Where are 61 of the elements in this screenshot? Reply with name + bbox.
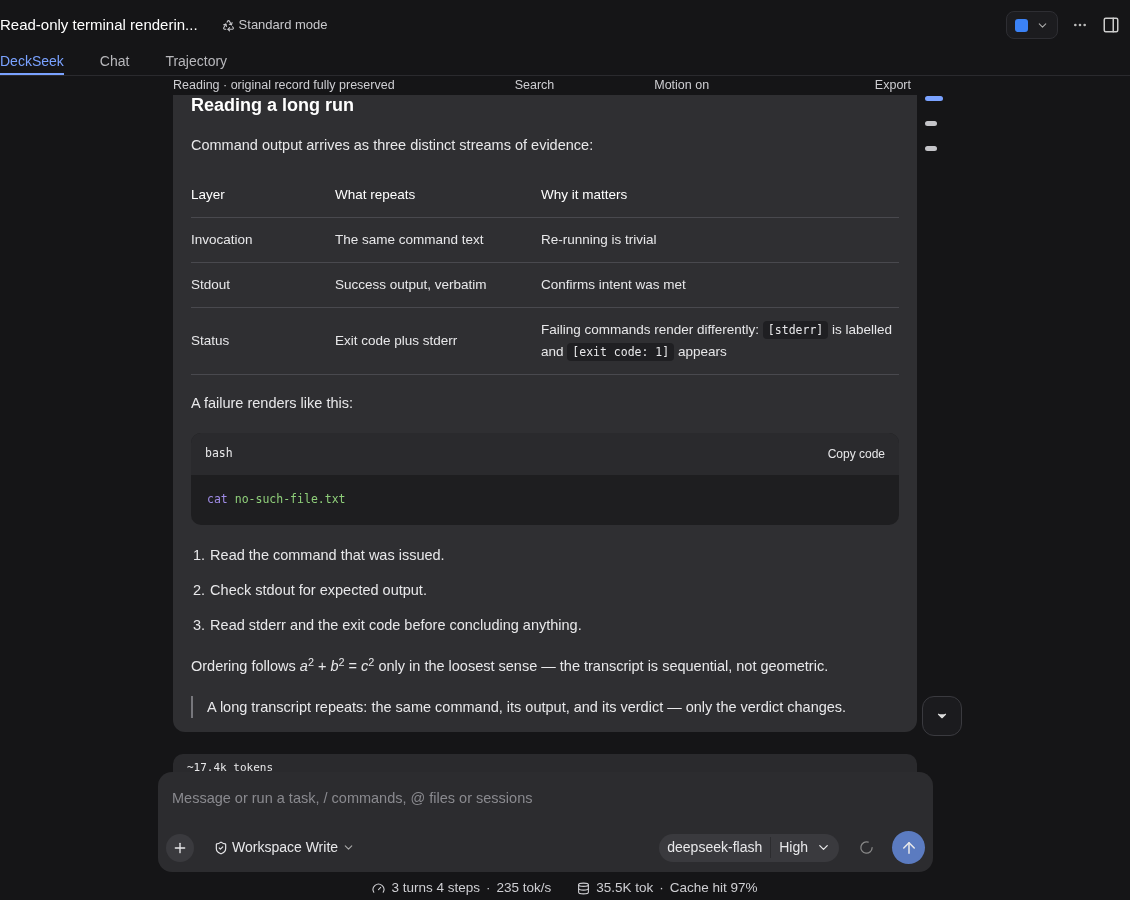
table-cell: Success output, verbatim	[335, 262, 541, 308]
window-title: Read-only terminal renderin...	[0, 14, 198, 35]
tab[interactable]: Trajectory	[165, 50, 228, 75]
table-cell: The same command text	[335, 217, 541, 263]
mode-label[interactable]: Standard mode	[221, 15, 328, 35]
quote: A long transcript repeats: the same command, its output, and its verdict — only the verdict changes.	[191, 696, 899, 718]
minimap-marker[interactable]	[925, 121, 937, 126]
panel-toggle-button[interactable]	[1102, 16, 1120, 34]
search-link[interactable]: Search	[514, 76, 555, 95]
article-heading: Reading a long run	[191, 94, 355, 115]
cache-stat: Cache hit 97%	[669, 878, 758, 897]
shield-icon	[214, 840, 228, 855]
tokens-stat: 35.5K tok	[596, 878, 654, 897]
table-cell: Failing commands render differently: [stderr] is labelled and [exit code: 1] appears	[541, 307, 899, 375]
app-logo-icon	[1015, 18, 1028, 32]
step-text: Read the command that was issued.	[210, 546, 445, 565]
reading-status: Reading · original record fully preserved	[173, 77, 395, 94]
failure-intro: A failure renders like this:	[191, 394, 354, 414]
code-language: bash	[205, 445, 233, 463]
send-button[interactable]	[892, 831, 925, 864]
table-cell: Stdout	[191, 262, 335, 308]
column-header: What repeats	[335, 172, 541, 218]
loading-icon	[859, 840, 874, 855]
separator-dot: ·	[659, 878, 664, 897]
table-cell: Exit code plus stderr	[335, 307, 541, 375]
table-cell: Re-running is trivial	[541, 217, 899, 263]
database-icon	[577, 881, 591, 895]
app-switcher-button[interactable]	[1006, 11, 1058, 39]
tab[interactable]: DeckSeek	[0, 50, 64, 75]
motion-toggle[interactable]: Motion on	[654, 76, 710, 95]
intro-text: Command output arrives as three distinct streams of evidence:	[191, 135, 595, 155]
minimap-marker[interactable]	[925, 96, 943, 101]
step-text: Check stdout for expected output.	[210, 580, 427, 600]
step-number: 3.	[193, 615, 206, 635]
separator-dot: ·	[485, 878, 491, 897]
model-name: deepseek-flash	[667, 838, 763, 857]
speed-stat: 235 tok/s	[496, 878, 552, 897]
step-number: 2.	[193, 580, 206, 600]
export-link[interactable]: Export	[874, 76, 911, 95]
column-header: Layer	[191, 172, 335, 218]
copy-code-button[interactable]: Copy code	[827, 445, 885, 463]
table-cell: Invocation	[191, 217, 335, 263]
tab[interactable]: Chat	[99, 50, 130, 75]
add-button[interactable]	[166, 833, 194, 862]
model-selector[interactable]: deepseek-flash High	[659, 833, 839, 862]
minimap-marker[interactable]	[925, 146, 937, 151]
step-number: 1.	[193, 546, 206, 565]
table-cell: Status	[191, 307, 335, 375]
token-count: ~17.4k tokens	[187, 762, 275, 774]
effort-level: High	[770, 837, 808, 858]
panel-icon	[1102, 16, 1120, 34]
turns-stat: 3 turns 4 steps	[391, 878, 480, 897]
gauge-icon	[372, 881, 386, 895]
code-line: cat no-such-file.txt	[207, 491, 346, 509]
mode-icon	[221, 18, 235, 32]
table-cell: Confirms intent was met	[541, 262, 899, 308]
permission-dropdown[interactable]: Workspace Write	[214, 837, 356, 858]
step-text: Read stderr and the exit code before concluding anything.	[210, 615, 582, 635]
ordering-text: Ordering follows a$^{2}$ + b$^{2}$ = c$^{2}$ only in the loosest sense — the transcript is sequential, not geometric.	[191, 656, 830, 677]
column-header: Why it matters	[541, 172, 899, 218]
message-input[interactable]: Message or run a task, / commands, @ files or sessions	[166, 788, 925, 810]
